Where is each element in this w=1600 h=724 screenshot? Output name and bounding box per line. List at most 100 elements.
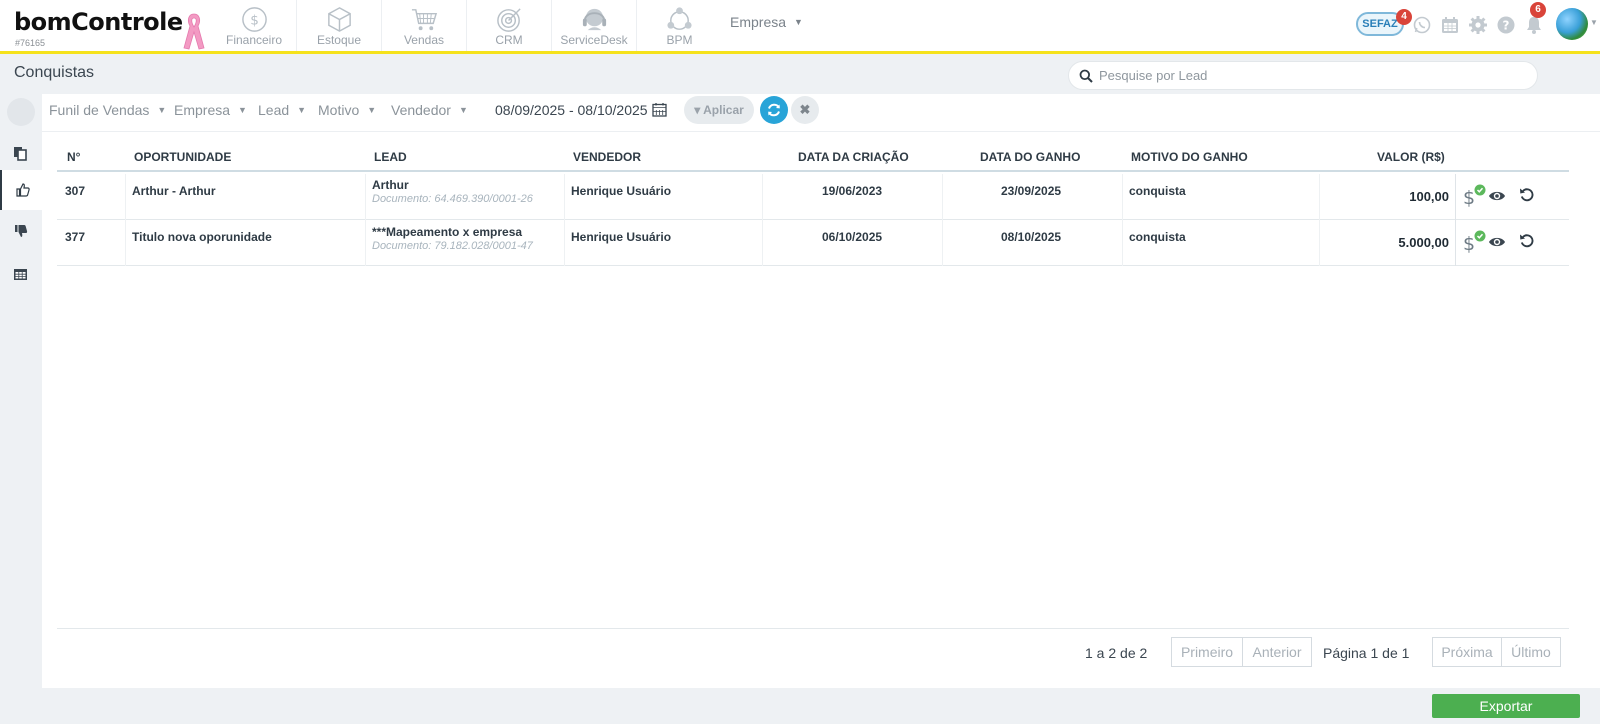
back-button[interactable] [7,98,35,126]
gear-icon[interactable] [1468,15,1488,35]
refresh-icon [768,103,780,117]
dollar-check-icon[interactable]: $ [1462,184,1486,208]
cell-data-ganho: 08/10/2025 [1001,230,1062,244]
apply-filter-button[interactable]: ▾ Aplicar [684,96,754,124]
process-icon [667,7,692,30]
filter-vendedor[interactable]: Vendedor ▼ [391,102,468,118]
rail-item-conquistas[interactable] [0,170,42,210]
column-header[interactable]: N° [67,150,80,164]
filter-label: Motivo [318,102,360,118]
filter-lead[interactable]: Lead ▼ [258,102,306,118]
module-servicedesk[interactable]: ServiceDesk [552,0,637,51]
filter-label: Vendedor [391,102,451,118]
dollar-circle-icon: $ [242,7,267,32]
dollar-check-icon[interactable]: $ [1462,230,1486,254]
cell-valor: 100,00 [1409,189,1449,204]
empresa-label: Empresa [730,14,787,30]
column-header[interactable]: LEAD [374,150,407,164]
page-current: 1 [1370,645,1379,661]
column-header[interactable]: OPORTUNIDADE [134,150,231,164]
module-label: BPM [666,33,693,47]
cell-numero: 307 [65,184,86,198]
table-row[interactable]: 377 Titulo nova oporunidade ***Mapeament… [57,220,1569,266]
caret-down-icon: ▼ [297,105,307,115]
search-input[interactable] [1099,65,1519,86]
export-button[interactable]: Exportar [1432,694,1580,718]
undo-icon[interactable] [1519,187,1535,203]
filter-motivo[interactable]: Motivo ▼ [318,102,376,118]
cell-data-criacao: 19/06/2023 [822,184,883,198]
pink-ribbon-icon [183,13,205,50]
filter-empresa[interactable]: Empresa ▼ [174,102,247,118]
module-label: Financeiro [225,33,283,47]
cell-lead: Arthur [372,178,409,192]
filter-label: Empresa [174,102,231,118]
page-prefix: Página [1323,645,1367,661]
whatsapp-icon[interactable] [1412,15,1432,35]
pagination-divider [57,628,1569,629]
caret-down-icon: ▼ [794,17,803,27]
svg-text:?: ? [1503,19,1510,33]
notifications-badge: 6 [1530,2,1546,18]
table-header: N° OPORTUNIDADE LEAD VENDEDOR DATA DA CR… [57,148,1569,172]
table-row[interactable]: 307 Arthur - Arthur Arthur Documento: 64… [57,174,1569,220]
module-crm[interactable]: CRM [467,0,552,51]
cell-oportunidade: Arthur - Arthur [132,184,216,198]
filter-label: Lead [258,102,290,118]
column-divider [1319,220,1320,266]
filter-funil[interactable]: Funil de Vendas ▼ [49,102,166,118]
cell-documento: Documento: 79.182.028/0001-47 [372,240,533,252]
module-vendas[interactable]: Vendas [382,0,467,51]
module-nav: $ Financeiro Estoque Vendas CRM ServiceD… [212,0,722,51]
cell-vendedor: Henrique Usuário [571,230,672,244]
column-divider [1122,220,1123,266]
thumbs-down-icon [15,225,28,237]
rail-item-perdas[interactable] [0,212,42,252]
module-estoque[interactable]: Estoque [297,0,382,51]
bell-icon[interactable] [1524,15,1544,35]
search-icon [1079,69,1093,83]
next-page-button[interactable]: Próxima [1432,637,1502,667]
column-header[interactable]: DATA DA CRIAÇÃO [798,150,909,164]
column-header[interactable]: MOTIVO DO GANHO [1131,150,1248,164]
previous-page-button[interactable]: Anterior [1242,637,1312,667]
module-bpm[interactable]: BPM [637,0,722,51]
column-header[interactable]: VALOR (R$) [1377,150,1445,164]
column-divider [564,174,565,220]
rail-item-copy[interactable] [0,134,42,174]
refresh-button[interactable] [760,96,788,124]
column-divider [1319,174,1320,220]
calendar-icon[interactable] [1440,15,1460,35]
module-financeiro[interactable]: $ Financeiro [212,0,297,51]
module-label: ServiceDesk [560,33,628,47]
copy-icon [14,147,27,161]
date-range-field[interactable]: 08/09/2025 - 08/10/2025 [495,102,648,118]
column-divider [125,220,126,266]
column-divider [942,174,943,220]
column-header[interactable]: DATA DO GANHO [980,150,1080,164]
caret-down-icon[interactable]: ▼ [1590,18,1598,27]
account-id: #76165 [15,38,46,48]
column-divider [1455,174,1456,220]
first-page-button[interactable]: Primeiro [1171,637,1243,667]
column-divider [762,220,763,266]
cell-data-ganho: 23/09/2025 [1001,184,1062,198]
page-indicator: Página 1 de 1 [1323,645,1409,661]
column-divider [942,220,943,266]
avatar[interactable] [1556,8,1588,40]
undo-icon[interactable] [1519,233,1535,249]
side-rail [0,94,42,724]
last-page-button[interactable]: Último [1501,637,1561,667]
clear-filter-button[interactable]: ✖ [791,96,819,124]
eye-icon[interactable] [1488,235,1506,249]
eye-icon[interactable] [1488,189,1506,203]
logo[interactable]: bomControle [14,8,183,36]
caret-down-icon: ▼ [458,105,468,115]
help-icon[interactable]: ? [1496,15,1516,35]
rail-item-calendar[interactable] [0,254,42,294]
calendar-icon[interactable] [652,102,667,117]
empresa-dropdown[interactable]: Empresa ▼ [730,14,803,30]
column-divider [762,174,763,220]
column-header[interactable]: VENDEDOR [573,150,641,164]
headset-icon [582,8,607,31]
